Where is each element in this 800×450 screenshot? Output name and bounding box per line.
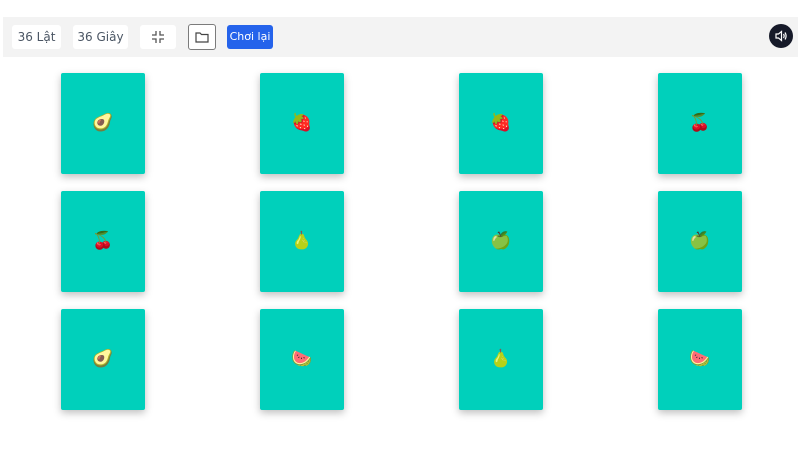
- restart-button[interactable]: Chơi lại: [227, 25, 273, 49]
- card-watermelon[interactable]: 🍉: [260, 309, 344, 410]
- card-strawberry[interactable]: 🍓: [459, 73, 543, 174]
- card-pear[interactable]: 🍐: [260, 191, 344, 292]
- card-green-apple[interactable]: 🍏: [459, 191, 543, 292]
- game-toolbar: 36 Lật 36 Giây Chơi lại: [3, 17, 798, 57]
- card-watermelon[interactable]: 🍉: [658, 309, 742, 410]
- flip-counter: 36 Lật: [12, 25, 61, 49]
- sound-button[interactable]: [769, 24, 793, 48]
- folder-button[interactable]: [188, 24, 216, 50]
- card-cherry[interactable]: 🍒: [61, 191, 145, 292]
- card-cherry[interactable]: 🍒: [658, 73, 742, 174]
- card-avocado[interactable]: 🥑: [61, 73, 145, 174]
- exit-fullscreen-button[interactable]: [140, 25, 176, 49]
- card-pear[interactable]: 🍐: [459, 309, 543, 410]
- card-strawberry[interactable]: 🍓: [260, 73, 344, 174]
- folder-icon: [195, 32, 209, 43]
- timer: 36 Giây: [73, 25, 128, 49]
- card-grid: 🥑 🍓 🍓 🍒 🍒 🍐 🍏 🍏 🥑 🍉 🍐 🍉: [61, 73, 742, 411]
- speaker-icon: [775, 30, 787, 42]
- card-green-apple[interactable]: 🍏: [658, 191, 742, 292]
- exit-fullscreen-icon: [152, 31, 164, 43]
- card-avocado[interactable]: 🥑: [61, 309, 145, 410]
